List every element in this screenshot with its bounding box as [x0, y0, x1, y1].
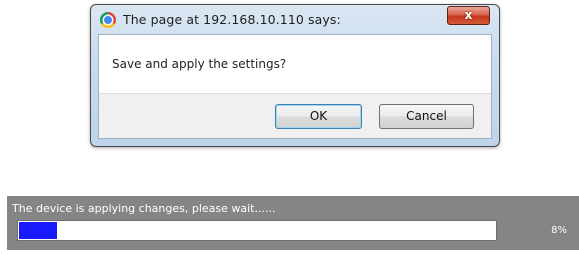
close-button[interactable]: x [447, 6, 490, 25]
ok-button[interactable]: OK [275, 104, 362, 129]
progress-status-text: The device is applying changes, please w… [12, 202, 276, 215]
cancel-button[interactable]: Cancel [379, 104, 474, 129]
dialog-button-bar: OK Cancel [99, 93, 491, 138]
progress-fill [19, 222, 57, 239]
chrome-icon [100, 12, 116, 28]
dialog-titlebar[interactable]: The page at 192.168.10.110 says: x [91, 5, 499, 33]
progress-bar [17, 220, 497, 241]
progress-percent: 8% [551, 225, 567, 236]
dialog-title: The page at 192.168.10.110 says: [123, 12, 341, 27]
dialog-content: Save and apply the settings? OK Cancel [98, 34, 492, 139]
progress-panel: The device is applying changes, please w… [7, 196, 579, 250]
dialog-message: Save and apply the settings? [112, 57, 287, 71]
confirm-dialog: The page at 192.168.10.110 says: x Save … [90, 4, 500, 147]
